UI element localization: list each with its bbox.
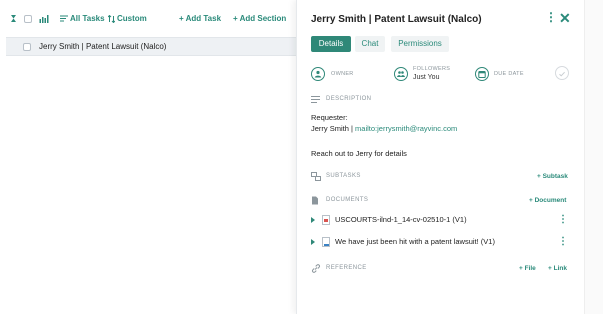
scrollbar[interactable] <box>584 0 603 314</box>
description-icon <box>311 96 320 103</box>
expand-icon[interactable] <box>311 217 315 223</box>
add-task-button[interactable]: + Add Task <box>179 14 221 23</box>
custom-label: Custom <box>117 14 147 23</box>
description-requester: Requester: <box>311 113 348 122</box>
list-icon <box>60 15 68 22</box>
task-title[interactable]: Jerry Smith | Patent Lawsuit (Nalco) <box>39 42 166 51</box>
followers-label: FOLLOWERS <box>413 66 451 72</box>
requester-name: Jerry Smith | <box>311 124 356 133</box>
due-date-label: DUE DATE <box>494 71 524 77</box>
followers-value: Just You <box>413 74 440 81</box>
document-name[interactable]: We have just been hit with a patent laws… <box>335 237 495 246</box>
select-all-checkbox[interactable] <box>24 15 32 23</box>
description-note: Reach out to Jerry for details <box>311 149 407 158</box>
complete-toggle[interactable] <box>555 66 569 80</box>
expand-icon[interactable] <box>311 239 315 245</box>
task-row[interactable]: Jerry Smith | Patent Lawsuit (Nalco) <box>6 37 296 56</box>
all-tasks-label: All Tasks <box>70 14 105 23</box>
sort-arrows-icon <box>108 14 115 23</box>
documents-label: DOCUMENTS <box>326 197 369 203</box>
all-tasks-filter[interactable]: All Tasks <box>60 14 105 23</box>
followers-icon[interactable] <box>394 67 408 81</box>
doc-file-icon <box>322 237 330 247</box>
checkmark-icon <box>559 71 565 77</box>
page-title: Jerry Smith | Patent Lawsuit (Nalco) <box>311 14 482 25</box>
description-contact: Jerry Smith | mailto:jerrysmith@rayvinc.… <box>311 124 457 133</box>
more-options-icon[interactable]: ⋮ <box>545 11 557 23</box>
tab-chat[interactable]: Chat <box>355 36 385 52</box>
document-more-icon[interactable]: ⋮ <box>558 214 568 225</box>
task-checkbox[interactable] <box>23 43 31 51</box>
add-link-button[interactable]: + Link <box>548 265 567 272</box>
document-name[interactable]: USCOURTS-ilnd-1_14-cv-02510-1 (V1) <box>335 215 467 224</box>
email-link[interactable]: mailto:jerrysmith@rayvinc.com <box>355 124 457 133</box>
owner-icon[interactable] <box>311 67 325 81</box>
close-icon[interactable]: ✕ <box>559 10 571 27</box>
chart-icon[interactable] <box>39 14 49 23</box>
documents-icon <box>312 196 318 205</box>
link-icon <box>312 264 320 273</box>
tab-permissions[interactable]: Permissions <box>391 36 449 52</box>
document-item[interactable]: USCOURTS-ilnd-1_14-cv-02510-1 (V1) ⋮ <box>311 214 571 227</box>
document-more-icon[interactable]: ⋮ <box>558 236 568 247</box>
sort-icon[interactable] <box>10 14 17 23</box>
add-subtask-button[interactable]: + Subtask <box>537 173 568 180</box>
tab-details[interactable]: Details <box>311 36 351 52</box>
due-date-icon[interactable] <box>475 67 489 81</box>
task-list-pane: All Tasks Custom + Add Task + Add Sectio… <box>0 0 296 314</box>
document-item[interactable]: We have just been hit with a patent laws… <box>311 236 571 249</box>
add-file-button[interactable]: + File <box>519 265 536 272</box>
subtasks-icon <box>311 172 321 181</box>
custom-sort[interactable]: Custom <box>108 14 147 23</box>
description-label: DESCRIPTION <box>326 96 372 102</box>
add-section-button[interactable]: + Add Section <box>233 14 286 23</box>
add-document-button[interactable]: + Document <box>529 197 566 204</box>
pdf-file-icon <box>322 215 330 225</box>
owner-label: OWNER <box>331 71 354 77</box>
subtasks-label: SUBTASKS <box>326 173 361 179</box>
task-toolbar: All Tasks Custom + Add Task + Add Sectio… <box>0 10 296 30</box>
task-detail-panel: Jerry Smith | Patent Lawsuit (Nalco) ⋮ ✕… <box>296 0 584 314</box>
reference-label: REFERENCE <box>326 265 367 271</box>
